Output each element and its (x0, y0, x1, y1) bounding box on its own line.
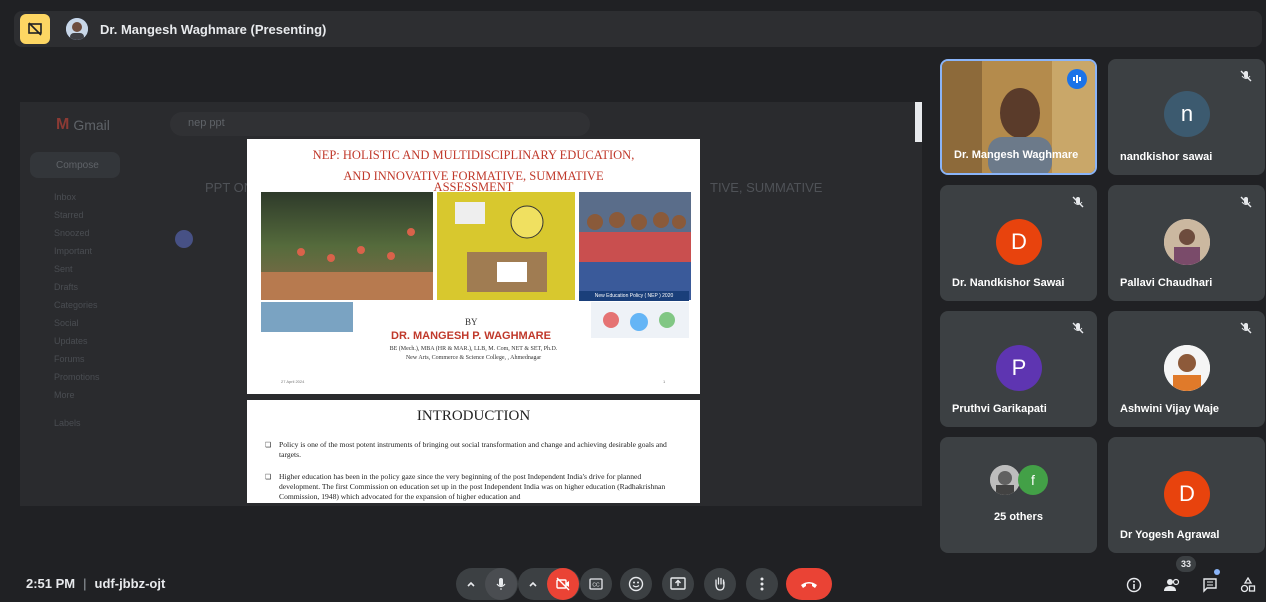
present-screen-icon (670, 577, 686, 590)
present-button[interactable] (662, 568, 694, 600)
participant-tile-ashwini[interactable]: Ashwini Vijay Waje (1108, 311, 1265, 427)
slide-title: NEP: HOLISTIC AND MULTIDISCIPLINARY EDUC… (247, 139, 700, 394)
participant-name: Pallavi Chaudhari (1120, 277, 1213, 289)
participant-avatar: D (1164, 471, 1210, 517)
intro-bullet-2: Higher education has been in the policy … (265, 472, 669, 502)
participant-name: Ashwini Vijay Waje (1120, 403, 1220, 415)
more-options-button[interactable] (746, 568, 778, 600)
kids-cartoon-image (591, 302, 689, 338)
others-avatar-initial: f (1018, 465, 1048, 495)
presenter-chip: Dr. Mangesh Waghmare (Presenting) (66, 18, 326, 40)
child-laptop-image (261, 302, 353, 332)
participant-tile-yogesh[interactable]: D Dr Yogesh Agrawal (1108, 437, 1265, 553)
children-image (579, 192, 691, 300)
slide-title-heading: NEP: HOLISTIC AND MULTIDISCIPLINARY EDUC… (312, 148, 635, 194)
mic-off-icon (1240, 70, 1252, 82)
end-call-icon (801, 582, 817, 588)
participant-tile-pallavi[interactable]: Pallavi Chaudhari (1108, 185, 1265, 301)
shared-screen: M Gmail nep ppt Compose Inbox Starred Sno… (20, 102, 922, 506)
raise-hand-button[interactable] (704, 568, 736, 600)
gmail-scrollbar (915, 102, 922, 142)
participant-tile-mangesh[interactable]: Dr. Mangesh Waghmare (940, 59, 1097, 175)
chevron-up-icon[interactable] (457, 579, 485, 589)
mic-control (456, 568, 518, 600)
captions-button[interactable]: CC (580, 568, 612, 600)
activities-icon[interactable] (1238, 575, 1258, 595)
camera-control (518, 568, 580, 600)
chat-icon[interactable] (1200, 575, 1220, 595)
slide-introduction: INTRODUCTION Policy is one of the most p… (247, 400, 700, 503)
people-icon[interactable] (1162, 575, 1182, 595)
presenter-avatar (66, 18, 88, 40)
participant-photo (1164, 219, 1210, 265)
speaking-indicator-icon (1067, 69, 1087, 89)
chat-notification-dot (1214, 569, 1220, 575)
flamingo-image (261, 192, 433, 300)
nep-banner: New Education Policy ( NEP ) 2020 (579, 291, 689, 301)
clock-time: 2:51 PM (26, 576, 76, 591)
slide-qualifications: BE (Mech.), MBA (HR & MAR.), LLB, M. Com… (389, 346, 558, 361)
separator: | (83, 576, 87, 591)
people-count-badge: 33 (1176, 556, 1196, 572)
slide-page-number: 1 (663, 379, 666, 384)
mic-off-icon (1240, 196, 1252, 208)
presentation-off-icon[interactable] (20, 14, 50, 44)
intro-bullet-1: Policy is one of the most potent instrum… (265, 440, 669, 460)
participant-tile-nandkishor[interactable]: n nandkishor sawai (1108, 59, 1265, 175)
participant-tile-others[interactable]: f 25 others (940, 437, 1097, 553)
gmail-logo: M Gmail (56, 116, 110, 133)
mic-off-icon (1072, 196, 1084, 208)
presenter-bar: Dr. Mangesh Waghmare (Presenting) (14, 11, 1262, 47)
others-count: 25 others (994, 511, 1043, 523)
gmail-nav: Inbox Starred Snoozed Important Sent Dra… (54, 192, 100, 428)
svg-text:CC: CC (592, 583, 600, 589)
meeting-details-icon[interactable] (1124, 575, 1144, 595)
gmail-compose: Compose (30, 152, 120, 178)
emoji-button[interactable] (620, 568, 652, 600)
participant-avatar: P (996, 345, 1042, 391)
sender-avatar (175, 230, 193, 248)
participant-name: Dr Yogesh Agrawal (1120, 529, 1220, 541)
mic-icon[interactable] (485, 568, 517, 600)
participant-name: nandkishor sawai (1120, 151, 1213, 163)
meet-window: Dr. Mangesh Waghmare (Presenting) M Gmail… (0, 0, 1266, 602)
gmail-subject-ghost-right: TIVE, SUMMATIVE (710, 180, 823, 195)
bottom-bar: 2:51 PM | udf-jbbz-ojt CC (0, 560, 1266, 602)
gmail-search: nep ppt (170, 112, 590, 136)
chevron-up-icon[interactable] (519, 579, 547, 589)
participant-photo (1164, 345, 1210, 391)
mic-off-icon (1072, 322, 1084, 334)
slide-date: 27 April 2024 (281, 379, 305, 384)
slide-by: BY (465, 317, 478, 327)
more-vert-icon (760, 577, 764, 591)
presenter-label: Dr. Mangesh Waghmare (Presenting) (100, 21, 327, 37)
meeting-code[interactable]: udf-jbbz-ojt (95, 576, 166, 591)
slide-author: DR. MANGESH P. WAGHMARE (391, 330, 551, 342)
others-avatar-photo (990, 465, 1020, 495)
leave-call-button[interactable] (786, 568, 832, 600)
education-icons-image (437, 192, 575, 300)
camera-off-icon[interactable] (547, 568, 579, 600)
participant-tile-dr-nandkishor[interactable]: D Dr. Nandkishor Sawai (940, 185, 1097, 301)
slide-introduction-title: INTRODUCTION (416, 408, 531, 424)
emoji-icon (628, 576, 644, 592)
participant-tile-pruthvi[interactable]: P Pruthvi Garikapati (940, 311, 1097, 427)
captions-icon: CC (589, 578, 603, 590)
gmail-topbar: M Gmail nep ppt (20, 102, 922, 142)
hand-icon (715, 577, 725, 591)
meeting-info: 2:51 PM | udf-jbbz-ojt (26, 576, 165, 591)
participant-avatar: n (1164, 91, 1210, 137)
mic-off-icon (1240, 322, 1252, 334)
participant-name: Pruthvi Garikapati (952, 403, 1047, 415)
participant-name: Dr. Mangesh Waghmare (954, 149, 1079, 161)
participant-name: Dr. Nandkishor Sawai (952, 277, 1065, 289)
participant-avatar: D (996, 219, 1042, 265)
